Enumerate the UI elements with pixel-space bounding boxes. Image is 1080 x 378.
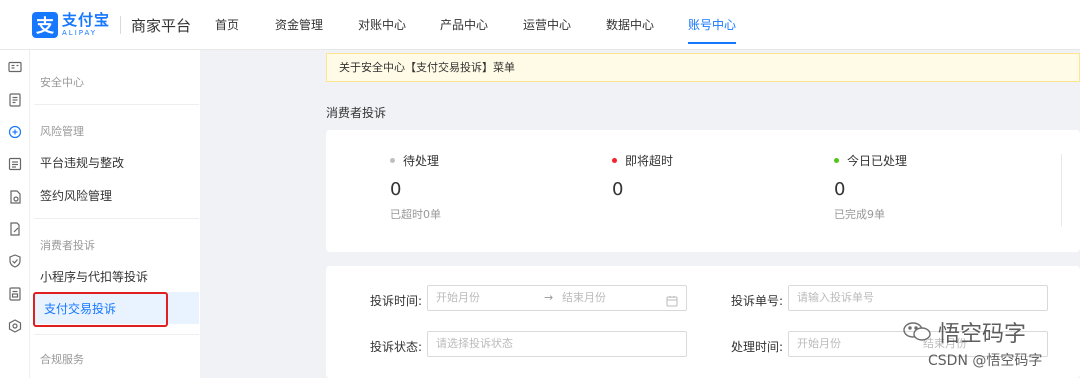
stat-value: 0 bbox=[612, 179, 624, 200]
nav-operations[interactable]: 运营中心 bbox=[523, 0, 571, 50]
complaint-time-label: 投诉时间: bbox=[370, 294, 423, 308]
complaint-no-input[interactable]: 请输入投诉单号 bbox=[788, 285, 1048, 311]
stat-processed-today: 今日已处理 0 已完成9单 bbox=[834, 152, 907, 222]
sidebar-section-security[interactable]: 安全中心 bbox=[40, 74, 84, 90]
sidebar-item-miniapp-complaints[interactable]: 小程序与代扣等投诉 bbox=[40, 268, 148, 285]
range-arrow-icon: → bbox=[544, 291, 554, 304]
stat-label: 即将超时 bbox=[625, 154, 674, 168]
watermark: 悟空码字 CSDN @悟空码字 bbox=[902, 316, 1062, 372]
shield-plus-icon[interactable] bbox=[8, 125, 22, 139]
shield-check-icon[interactable] bbox=[8, 254, 22, 268]
hexagon-icon[interactable] bbox=[8, 319, 22, 333]
sidebar-divider bbox=[34, 218, 199, 219]
stat-near-timeout: 即将超时 0 bbox=[612, 152, 673, 200]
alipay-logo-icon: 支 bbox=[32, 12, 58, 38]
brand-name-cn: 支付宝 bbox=[62, 11, 111, 29]
status-dot bbox=[612, 158, 617, 163]
ledger-icon[interactable] bbox=[8, 287, 22, 301]
nav-reconciliation[interactable]: 对账中心 bbox=[358, 0, 406, 50]
status-dot bbox=[834, 158, 839, 163]
icon-rail bbox=[0, 50, 30, 378]
logo-divider bbox=[120, 16, 122, 34]
stat-label: 待处理 bbox=[403, 154, 440, 168]
nav-account[interactable]: 账号中心 bbox=[688, 0, 737, 50]
notice-text: 关于安全中心【支付交易投诉】菜单 bbox=[339, 61, 515, 74]
stat-sub: 已超时0单 bbox=[390, 208, 441, 221]
stat-value: 0 bbox=[834, 179, 846, 200]
divider bbox=[1061, 154, 1062, 226]
alipay-logo[interactable]: 支 支付宝 ALIPAY 商家平台 bbox=[32, 12, 191, 38]
complaint-status-select[interactable]: 请选择投诉状态 bbox=[427, 331, 687, 357]
brand-name-en: ALIPAY bbox=[62, 29, 98, 37]
complaint-no-placeholder: 请输入投诉单号 bbox=[797, 291, 874, 304]
status-dot bbox=[390, 158, 395, 163]
top-bar: 支 支付宝 ALIPAY 商家平台 首页 资金管理 对账中心 产品中心 运营中心… bbox=[0, 0, 1080, 50]
sidebar-section-complaints: 消费者投诉 bbox=[40, 239, 95, 252]
notice-banner: 关于安全中心【支付交易投诉】菜单 bbox=[326, 53, 1080, 82]
sidebar-divider bbox=[34, 104, 199, 105]
merchant-platform-title: 商家平台 bbox=[131, 16, 192, 35]
process-time-label: 处理时间: bbox=[731, 340, 784, 354]
sidebar-section-risk: 风险管理 bbox=[40, 125, 84, 138]
page-title: 消费者投诉 bbox=[326, 106, 387, 120]
sidebar-section-compliance[interactable]: 合规服务 bbox=[40, 351, 84, 367]
stats-card: 待处理 0 已超时0单 即将超时 0 今日已处理 0 已完成9单 bbox=[326, 130, 1080, 252]
process-start-placeholder: 开始月份 bbox=[797, 337, 841, 350]
watermark-sub: CSDN @悟空码字 bbox=[928, 353, 1043, 369]
highlight-box bbox=[33, 292, 168, 327]
id-card-icon[interactable] bbox=[8, 60, 22, 74]
sidebar-item-signing-risk[interactable]: 签约风险管理 bbox=[40, 187, 112, 204]
stat-pending: 待处理 0 已超时0单 bbox=[390, 152, 441, 222]
watermark-title: 悟空码字 bbox=[938, 322, 1027, 347]
nav-funds[interactable]: 资金管理 bbox=[275, 0, 323, 50]
sidebar: 安全中心 风险管理 平台违规与整改 签约风险管理 消费者投诉 小程序与代扣等投诉… bbox=[30, 50, 200, 378]
complaint-status-placeholder: 请选择投诉状态 bbox=[436, 337, 513, 350]
end-month-placeholder: 结束月份 bbox=[562, 291, 606, 304]
stat-sub: 已完成9单 bbox=[834, 208, 885, 221]
document-icon[interactable] bbox=[8, 190, 22, 204]
wechat-icon bbox=[903, 322, 931, 341]
start-month-placeholder: 开始月份 bbox=[436, 291, 480, 304]
complaint-time-range-picker[interactable]: 开始月份 → 结束月份 bbox=[427, 285, 687, 311]
complaint-status-label: 投诉状态: bbox=[370, 340, 423, 354]
nav-data[interactable]: 数据中心 bbox=[606, 0, 654, 50]
stat-label: 今日已处理 bbox=[847, 154, 908, 168]
edit-doc-icon[interactable] bbox=[8, 222, 22, 236]
nav-products[interactable]: 产品中心 bbox=[440, 0, 488, 50]
stat-value: 0 bbox=[390, 179, 402, 200]
receipt-icon[interactable] bbox=[8, 93, 22, 107]
nav-home[interactable]: 首页 bbox=[215, 0, 239, 50]
list-icon[interactable] bbox=[8, 157, 22, 171]
calendar-icon bbox=[666, 292, 678, 307]
complaint-no-label: 投诉单号: bbox=[731, 294, 784, 308]
sidebar-divider bbox=[34, 334, 199, 335]
sidebar-item-platform-violation[interactable]: 平台违规与整改 bbox=[40, 154, 124, 171]
